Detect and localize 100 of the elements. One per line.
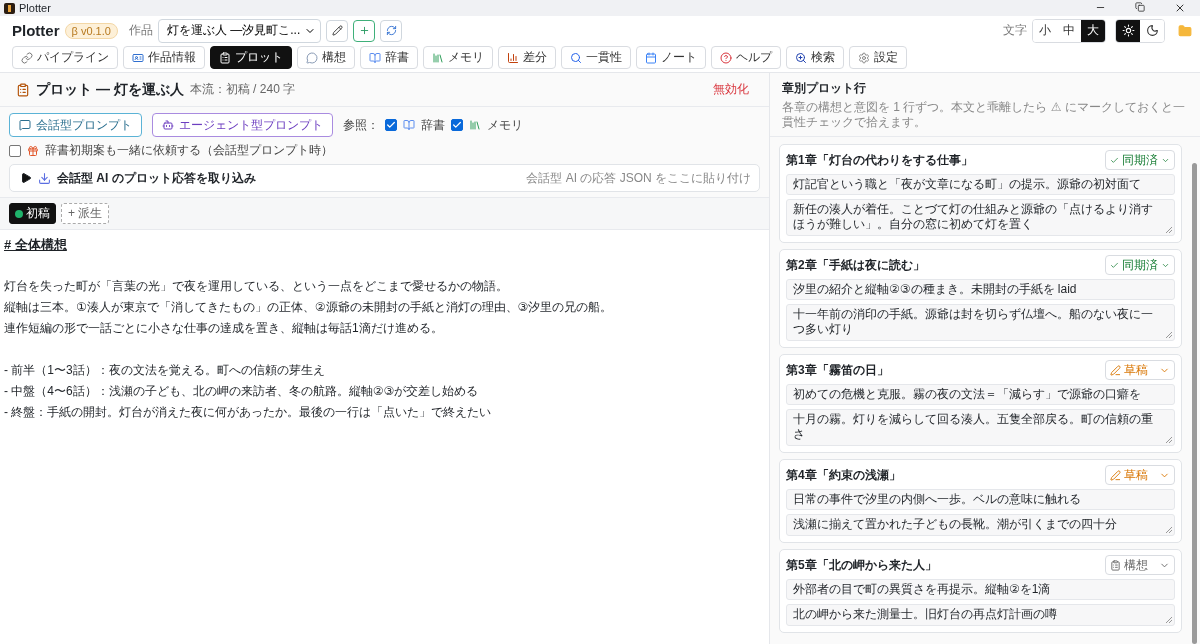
pen-icon <box>1110 364 1121 376</box>
robot-icon <box>162 119 174 131</box>
work-label: 作品 <box>128 22 153 39</box>
chapter-title: 第4章「約束の浅瀬」 <box>786 466 901 484</box>
search-icon <box>570 51 582 64</box>
nav-tab[interactable]: 検索 <box>786 46 844 69</box>
light-theme-button[interactable] <box>1116 19 1140 42</box>
books-icon <box>469 119 481 131</box>
bar-chart-icon <box>507 51 519 64</box>
ref-label: 辞書 <box>421 116 445 134</box>
note-field[interactable]: 北の岬から来た測量士。旧灯台の再点灯計画の噂 <box>786 604 1175 626</box>
help-icon <box>720 51 732 64</box>
work-select[interactable]: 灯を運ぶ人 ―汐見町こ... <box>157 18 322 43</box>
inbox-icon <box>38 171 51 185</box>
clipboard-icon <box>16 82 30 97</box>
font-size-option[interactable]: 大 <box>1081 19 1105 42</box>
import-panel[interactable]: 会話型 AI のプロット応答を取り込み 会話型 AI の応答 JSON をここに貼り付け <box>9 164 760 192</box>
panel-description: 各章の構想と意図を 1 行ずつ。本文と乖離したら ⚠ にマークしておくと一貫性チェックで拾えます。 <box>782 100 1186 130</box>
plot-meta: 本流：初稿 / 240 字 <box>189 81 296 98</box>
branch-tab[interactable]: 初稿 <box>9 203 56 224</box>
id-card-icon <box>132 51 144 64</box>
speech-bubble-icon <box>306 51 318 64</box>
option-label: 辞書初期案も一緒に依頼する（会話型プロンプト時） <box>45 142 333 159</box>
checkbox[interactable] <box>451 119 463 131</box>
import-title: 会話型 AI のプロット応答を取り込み <box>57 169 256 187</box>
prompt-button[interactable]: エージェント型プロンプト <box>152 113 333 137</box>
settings-icon <box>858 51 870 64</box>
body-text: - 中盤（4〜6話）：浅瀬の子ども、北の岬の来訪者、冬の航路。縦軸②③が交差し始める <box>4 383 480 400</box>
checkbox[interactable] <box>385 119 397 131</box>
resize-grip-icon <box>1166 527 1172 533</box>
nav-tab[interactable]: 作品情報 <box>123 46 205 69</box>
body-text: - 前半（1〜3話）：夜の文法を覚える。町への信頼の芽生え <box>4 362 326 379</box>
resize-grip-icon <box>1166 332 1172 338</box>
note-field[interactable]: 新任の湊人が着任。ことづて灯の仕組みと源爺の「点けるより消すほうが難しい」。自分の窓に初めて灯を置く <box>786 199 1175 236</box>
paste-hint: 会話型 AI の応答 JSON をここに貼り付け <box>526 169 751 187</box>
font-size-label: 文字 <box>1003 22 1027 39</box>
nav-tab[interactable]: パイプライン <box>12 46 118 69</box>
close-icon[interactable] <box>1174 2 1186 14</box>
body-text: 縦軸は三本。①湊人が東京で「消してきたもの」の正体、②源爺の未開封の手紙と消灯の理由、③汐里の兄の船。 <box>4 299 614 316</box>
body-text: 連作短編の形で一話ごとに小さな仕事の達成を置き、縦軸は毎話1滴だけ進める。 <box>4 320 444 337</box>
status-select[interactable]: 構想 <box>1105 555 1175 575</box>
summary-field[interactable]: 外部者の目で町の異質さを再提示。縦軸②を1滴 <box>786 579 1175 600</box>
panel-title: 章別プロット行 <box>782 80 867 97</box>
summary-field[interactable]: 灯記官という職と「夜が文章になる町」の提示。源爺の初対面て <box>786 174 1175 195</box>
nav-tab[interactable]: ノート <box>636 46 706 69</box>
books-icon <box>432 51 444 64</box>
add-button[interactable] <box>353 19 376 42</box>
note-field[interactable]: 十一年前の消印の手紙。源爺は封を切らず仏壇へ。船のない夜に一つ多い灯り <box>786 304 1175 341</box>
nav-tab[interactable]: 構想 <box>297 46 355 69</box>
status-select[interactable]: 同期済 <box>1105 150 1175 170</box>
plot-title: プロット — 灯を運ぶ人 <box>36 80 184 99</box>
disable-button[interactable]: 無効化 <box>707 80 755 99</box>
pencil-icon <box>331 25 343 36</box>
speech-bubble-icon <box>19 119 31 131</box>
nav-tab[interactable]: メモリ <box>423 46 493 69</box>
nav-tab[interactable]: ヘルプ <box>711 46 781 69</box>
pen-icon <box>1110 469 1121 481</box>
book-icon <box>369 51 381 64</box>
section-heading: # 全体構想 <box>4 236 68 254</box>
summary-field[interactable]: 初めての危機と克服。霧の夜の文法＝「減らす」で源爺の口癖を <box>786 384 1175 405</box>
body-text: 灯台を失った町が「言葉の光」で夜を運用している、という一点をどこまで愛せるかの物語。 <box>4 278 509 295</box>
body-text: - 終盤：手紙の開封。灯台が消えた夜に何があったか。最後の一行は「点いた」で終えたい <box>4 404 493 421</box>
resize-grip-icon <box>1166 617 1172 623</box>
expand-icon[interactable] <box>20 172 32 184</box>
gift-icon <box>27 144 39 157</box>
edit-button[interactable] <box>326 19 349 42</box>
chapter-title: 第2章「手紙は夜に読む」 <box>786 256 925 274</box>
add-branch-button[interactable]: + 派生 <box>61 203 110 224</box>
nav-tab[interactable]: 辞書 <box>360 46 418 69</box>
link-icon <box>21 51 33 64</box>
restore-icon[interactable] <box>1135 2 1145 12</box>
plus-icon <box>358 25 370 36</box>
status-select[interactable]: 同期済 <box>1105 255 1175 275</box>
note-field[interactable]: 浅瀬に揃えて置かれた子どもの長靴。潮が引くまでの四十分 <box>786 514 1175 536</box>
note-field[interactable]: 十月の霧。灯りを減らして回る湊人。五隻全部戻る。町の信頼の重さ <box>786 409 1175 446</box>
app-name: Plotter <box>12 22 60 39</box>
version-badge: β v0.1.0 <box>64 22 118 39</box>
nav-tab[interactable]: 設定 <box>849 46 907 69</box>
ref-label: メモリ <box>487 116 523 134</box>
sun-icon <box>1121 24 1135 37</box>
resize-grip-icon <box>1166 437 1172 443</box>
calendar-icon <box>645 51 657 64</box>
nav-tab[interactable]: プロット <box>210 46 292 69</box>
chapter-title: 第1章「灯台の代わりをする仕事」 <box>786 151 973 169</box>
prompt-button[interactable]: 会話型プロンプト <box>9 113 142 137</box>
checkbox[interactable] <box>9 144 21 157</box>
chapter-title: 第3章「霧笛の日」 <box>786 361 889 379</box>
nav-tab[interactable]: 差分 <box>498 46 556 69</box>
nav-tab[interactable]: 一貫性 <box>561 46 631 69</box>
summary-field[interactable]: 汐里の紹介と縦軸②③の種まき。未開封の手紙を laid <box>786 279 1175 300</box>
clipboard-icon <box>1110 559 1121 571</box>
app-logo-icon <box>4 2 15 14</box>
refresh-icon <box>385 25 397 36</box>
summary-field[interactable]: 日常の事件で汐里の内側へ一歩。ベルの意味に触れる <box>786 489 1175 510</box>
refresh-button[interactable] <box>380 19 403 42</box>
zoom-icon <box>795 51 807 64</box>
moon-icon <box>1145 24 1159 37</box>
book-icon <box>403 119 415 131</box>
clipboard-icon <box>219 51 231 64</box>
chapter-title: 第5章「北の岬から来た人」 <box>786 556 937 574</box>
